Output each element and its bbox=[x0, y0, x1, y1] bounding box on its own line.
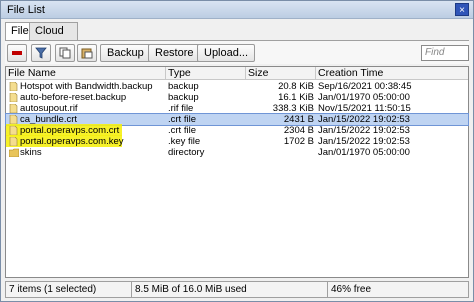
cell-file-name: Hotspot with Bandwidth.backup bbox=[20, 81, 153, 92]
cell-type: .crt file bbox=[168, 114, 196, 125]
status-disk-usage: 8.5 MiB of 16.0 MiB used bbox=[132, 282, 328, 297]
table-row[interactable]: portal.operavps.com.key .key file 1702 B Ja… bbox=[6, 136, 468, 147]
cell-size: 20.8 KiB bbox=[278, 81, 314, 92]
folder-icon bbox=[8, 148, 20, 158]
minus-icon bbox=[12, 51, 22, 55]
paste-button[interactable] bbox=[77, 44, 97, 62]
table-row[interactable]: skins directory Jan/01/1970 05:00:00 bbox=[6, 147, 468, 158]
status-item-count: 7 items (1 selected) bbox=[6, 282, 132, 297]
cell-creation-time: Jan/01/1970 05:00:00 bbox=[318, 92, 410, 103]
filter-button[interactable] bbox=[31, 44, 51, 62]
file-icon bbox=[9, 125, 19, 136]
cell-creation-time: Jan/15/2022 19:02:53 bbox=[318, 114, 410, 125]
upload-button[interactable]: Upload... bbox=[197, 44, 256, 62]
file-icon bbox=[9, 103, 19, 114]
cell-size: 338.3 KiB bbox=[272, 103, 314, 114]
remove-button[interactable] bbox=[7, 44, 27, 62]
copy-icon bbox=[59, 47, 71, 59]
cell-file-name: skins bbox=[20, 147, 42, 158]
restore-button[interactable]: Restore bbox=[148, 44, 201, 62]
cell-type: .crt file bbox=[168, 125, 196, 136]
col-creation-time[interactable]: Creation Time bbox=[316, 67, 468, 80]
file-icon bbox=[9, 114, 19, 125]
title-bar[interactable]: File List × bbox=[1, 1, 473, 19]
cell-creation-time: Jan/15/2022 19:02:53 bbox=[318, 136, 410, 147]
filter-icon bbox=[35, 47, 47, 59]
file-table: File Name Type Size Creation Time Hotspo… bbox=[5, 66, 469, 278]
cell-size: 16.1 KiB bbox=[278, 92, 314, 103]
file-icon bbox=[9, 136, 19, 147]
col-type[interactable]: Type bbox=[166, 67, 246, 80]
cell-file-name: auto-before-reset.backup bbox=[20, 92, 127, 103]
toolbar: Backup Restore Upload... Find bbox=[5, 40, 469, 64]
file-list-window: File List × File Cloud Backup Backup Res… bbox=[0, 0, 474, 302]
table-row[interactable]: auto-before-reset.backup backup 16.1 KiB Ja… bbox=[6, 92, 468, 103]
table-row[interactable]: Hotspot with Bandwidth.backup backup 20.8 … bbox=[6, 81, 468, 92]
paste-icon bbox=[81, 48, 93, 59]
find-input[interactable]: Find bbox=[421, 45, 469, 61]
col-file-name[interactable]: File Name bbox=[6, 67, 166, 80]
tab-cloud-backup[interactable]: Cloud Backup bbox=[29, 22, 78, 53]
cell-size: 2431 B bbox=[283, 114, 314, 125]
close-button[interactable]: × bbox=[455, 3, 469, 16]
status-bar: 7 items (1 selected) 8.5 MiB of 16.0 MiB… bbox=[5, 281, 469, 298]
file-icon bbox=[9, 81, 19, 92]
backup-button[interactable]: Backup bbox=[100, 44, 151, 62]
window-title: File List bbox=[7, 4, 45, 16]
cell-type: .rif file bbox=[168, 103, 194, 114]
cell-creation-time: Nov/15/2021 11:50:15 bbox=[318, 103, 411, 114]
cell-creation-time: Jan/01/1970 05:00:00 bbox=[318, 147, 410, 158]
cell-type: directory bbox=[168, 147, 205, 158]
cell-size bbox=[246, 147, 314, 158]
copy-button[interactable] bbox=[55, 44, 75, 62]
cell-file-name: portal.operavps.com.key bbox=[20, 136, 124, 147]
status-free-space: 46% free bbox=[331, 284, 372, 295]
cell-type: backup bbox=[168, 92, 199, 103]
cell-type: .key file bbox=[168, 136, 201, 147]
cell-size: 2304 B bbox=[283, 125, 314, 136]
file-icon bbox=[9, 92, 19, 103]
cell-size: 1702 B bbox=[283, 136, 314, 147]
cell-creation-time: Jan/15/2022 19:02:53 bbox=[318, 125, 410, 136]
cell-type: backup bbox=[168, 81, 199, 92]
table-header: File Name Type Size Creation Time bbox=[6, 67, 468, 80]
cell-creation-time: Sep/16/2021 00:38:45 bbox=[318, 81, 412, 92]
col-size[interactable]: Size bbox=[246, 67, 316, 80]
